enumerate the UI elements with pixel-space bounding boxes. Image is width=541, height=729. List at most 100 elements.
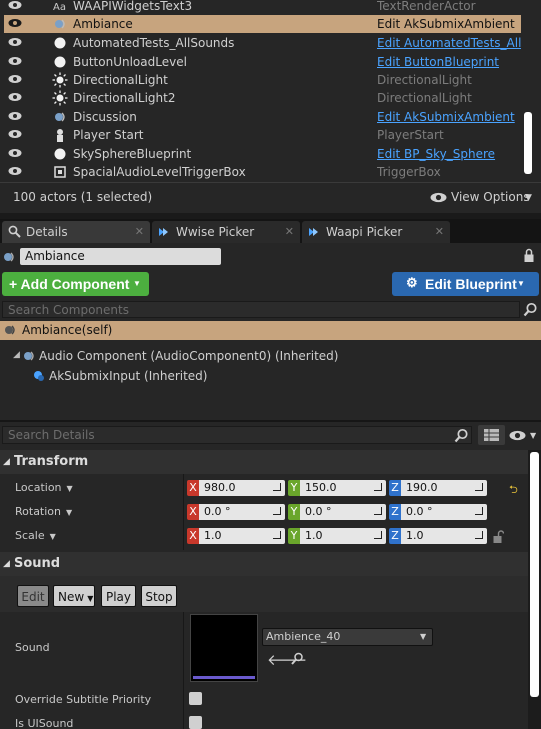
edit-blueprint-link[interactable]: Edit AkSubmixAmbient xyxy=(377,15,521,33)
sound-section-header[interactable]: ◢ Sound xyxy=(0,552,528,576)
scale-label[interactable]: Scale ▼ xyxy=(15,529,56,542)
visibility-eye-icon[interactable] xyxy=(8,148,22,158)
stop-button[interactable]: Stop xyxy=(141,585,177,607)
visibility-eye-icon[interactable] xyxy=(8,18,22,28)
expand-arrow-icon[interactable]: ◢ xyxy=(13,350,20,360)
location-x-field[interactable]: X 980.0 xyxy=(187,480,285,496)
outliner-row[interactable]: Player Start PlayerStart xyxy=(4,126,521,144)
edit-blueprint-link[interactable]: Edit AkSubmixAmbient xyxy=(377,108,521,126)
outliner-row[interactable]: DirectionalLight2 DirectionalLight xyxy=(4,89,521,107)
scale-y-field[interactable]: Y 1.0 xyxy=(288,528,386,544)
audio-component-icon xyxy=(24,351,34,361)
x-axis-label: X xyxy=(187,480,199,496)
actor-type: DirectionalLight xyxy=(377,91,472,105)
close-icon[interactable]: ✕ xyxy=(135,221,144,243)
location-z-field[interactable]: Z 190.0 xyxy=(389,480,487,496)
unlock-icon[interactable] xyxy=(492,530,504,544)
edit-blueprint-link[interactable]: Edit ButtonBlueprint xyxy=(377,53,521,71)
location-label[interactable]: Location ▼ xyxy=(15,481,73,494)
override-subtitle-checkbox[interactable] xyxy=(189,692,202,705)
location-y-field[interactable]: Y 150.0 xyxy=(288,480,386,496)
add-component-label: + Add Component xyxy=(9,276,130,292)
is-ui-sound-checkbox[interactable] xyxy=(189,716,202,729)
visibility-eye-icon[interactable] xyxy=(8,37,22,47)
scale-z-field[interactable]: Z 1.0 xyxy=(389,528,487,544)
edit-sound-button[interactable]: Edit xyxy=(17,585,49,607)
rotation-label[interactable]: Rotation ▼ xyxy=(15,505,72,518)
collapse-arrow-icon: ◢ xyxy=(3,457,10,467)
scale-x-field[interactable]: X 1.0 xyxy=(187,528,285,544)
submix-input-icon xyxy=(34,371,44,381)
divider xyxy=(183,612,184,729)
edit-blueprint-link[interactable]: Edit BP_Sky_Sphere xyxy=(377,145,521,163)
rotation-z-field[interactable]: Z 0.0 ° xyxy=(389,504,487,520)
tab-wwise-picker[interactable]: Wwise Picker ✕ xyxy=(152,221,300,243)
add-component-button[interactable]: + Add Component ▼ xyxy=(2,272,149,296)
resize-grip-icon xyxy=(475,483,483,491)
search-icon[interactable] xyxy=(523,302,538,317)
component-row[interactable]: ◢ Audio Component (AudioComponent0) (Inh… xyxy=(0,348,541,366)
outliner-scrollbar[interactable] xyxy=(524,112,532,174)
component-self-row[interactable]: Ambiance(self) xyxy=(0,321,541,340)
edit-blueprint-button[interactable]: ⚙ Edit Blueprint ▼ xyxy=(392,272,539,296)
transform-section-header[interactable]: ◢ Transform xyxy=(0,450,528,474)
grid-icon xyxy=(484,429,499,441)
self-label: Ambiance(self) xyxy=(22,323,113,337)
close-icon[interactable]: ✕ xyxy=(435,221,444,243)
outliner-row[interactable]: SkySphereBlueprint Edit BP_Sky_Sphere xyxy=(4,145,521,163)
property-matrix-button[interactable] xyxy=(478,425,505,445)
outliner-row[interactable]: AutomatedTests_AllSounds Edit AutomatedTe… xyxy=(4,34,521,52)
actor-name: Ambiance xyxy=(73,17,133,31)
tab-waapi-picker[interactable]: Waapi Picker ✕ xyxy=(302,221,450,243)
reset-to-default-icon[interactable]: ⮌ xyxy=(509,481,518,500)
visibility-eye-icon[interactable] xyxy=(8,166,22,176)
component-row[interactable]: AkSubmixInput (Inherited) xyxy=(0,368,541,386)
outliner-row[interactable]: SpacialAudioLevelTriggerBox TriggerBox xyxy=(4,163,521,181)
lock-icon[interactable] xyxy=(523,248,535,263)
outliner-row[interactable]: Aa WAAPIWidgetsText3 TextRenderActor xyxy=(4,0,521,15)
outliner-row[interactable]: Discussion Edit AkSubmixAmbient xyxy=(4,108,521,126)
sphere-icon xyxy=(54,148,66,160)
browse-asset-icon[interactable] xyxy=(291,652,304,665)
visibility-eye-icon[interactable] xyxy=(8,0,22,10)
x-axis-label: X xyxy=(187,504,199,520)
visibility-eye-icon[interactable] xyxy=(8,74,22,84)
is-ui-sound-label: Is UISound xyxy=(15,717,74,729)
ambient-sound-icon xyxy=(5,325,15,335)
visibility-eye-icon[interactable] xyxy=(8,56,22,66)
view-options-label: View Options xyxy=(451,190,530,204)
outliner-row[interactable]: Ambiance Edit AkSubmixAmbient xyxy=(4,15,521,33)
actor-name: ButtonUnloadLevel xyxy=(73,55,187,69)
z-axis-label: Z xyxy=(389,504,401,520)
sound-thumbnail[interactable] xyxy=(190,614,258,682)
edit-blueprint-link[interactable]: Edit AutomatedTests_AllS xyxy=(377,34,521,52)
close-icon[interactable]: ✕ xyxy=(285,221,294,243)
visibility-eye-icon[interactable] xyxy=(8,129,22,139)
outliner-row[interactable]: ButtonUnloadLevel Edit ButtonBlueprint xyxy=(4,53,521,71)
actor-name-field[interactable]: Ambiance xyxy=(20,248,221,265)
rotation-x-field[interactable]: X 0.0 ° xyxy=(187,504,285,520)
tab-wwise-picker-label: Wwise Picker xyxy=(176,225,255,239)
visibility-eye-icon[interactable] xyxy=(8,111,22,121)
search-components-input[interactable]: Search Components xyxy=(2,301,520,318)
z-axis-label: Z xyxy=(389,528,401,544)
chevron-down-icon[interactable]: ▼ xyxy=(530,431,536,440)
actor-name: SpacialAudioLevelTriggerBox xyxy=(73,165,246,179)
y-axis-label: Y xyxy=(288,528,300,544)
tab-details-label: Details xyxy=(26,225,68,239)
details-scrollbar[interactable] xyxy=(530,452,539,697)
visibility-eye-icon[interactable] xyxy=(8,92,22,102)
actor-name: Player Start xyxy=(73,128,144,142)
outliner-row[interactable]: DirectionalLight DirectionalLight xyxy=(4,71,521,89)
component-label: AkSubmixInput (Inherited) xyxy=(49,369,208,383)
new-sound-button[interactable]: New ▼ xyxy=(53,585,95,607)
eye-icon[interactable] xyxy=(509,430,526,441)
search-details-input[interactable]: Search Details xyxy=(2,426,472,444)
sound-asset-dropdown[interactable]: Ambience_40 ▼ xyxy=(262,628,433,646)
actor-name: AutomatedTests_AllSounds xyxy=(73,36,235,50)
chevron-down-icon: ▼ xyxy=(133,279,141,288)
tab-details[interactable]: Details ✕ xyxy=(2,221,150,243)
actor-count: 100 actors (1 selected) xyxy=(13,190,153,204)
rotation-y-field[interactable]: Y 0.0 ° xyxy=(288,504,386,520)
play-button[interactable]: Play xyxy=(101,585,136,607)
